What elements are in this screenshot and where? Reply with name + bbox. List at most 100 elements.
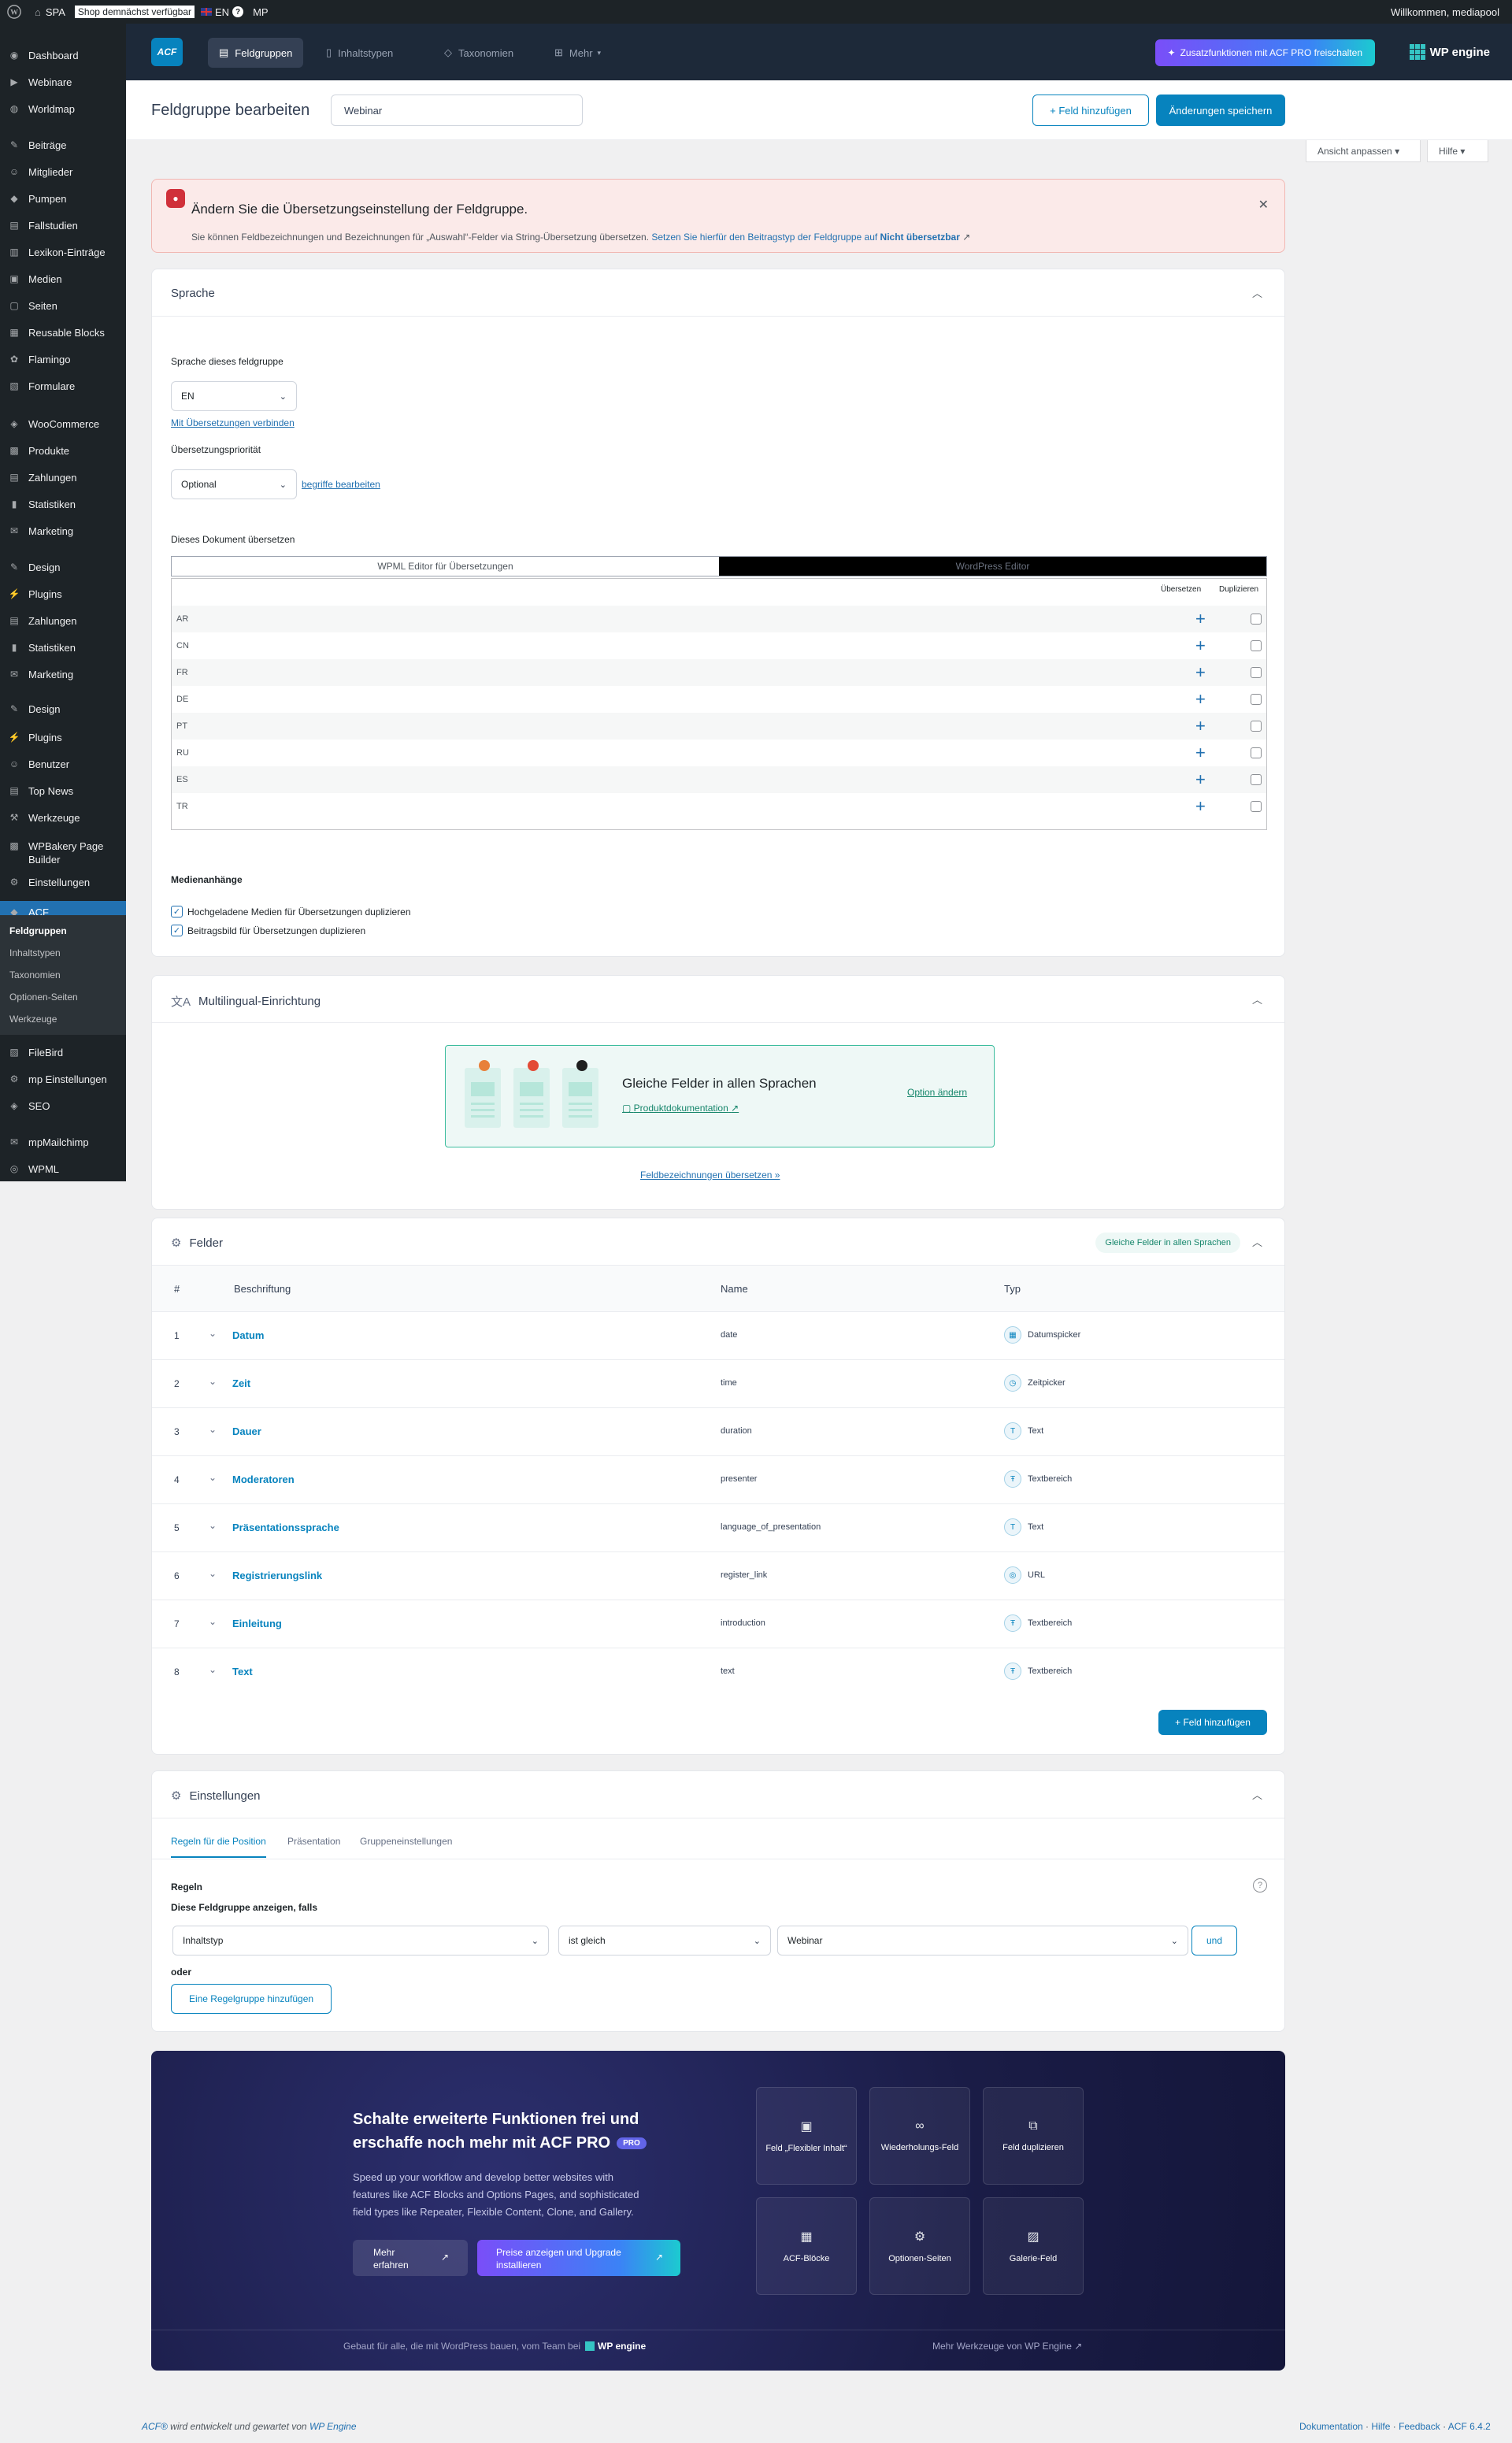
- sidebar-item[interactable]: ▢ Seiten: [0, 298, 126, 313]
- acf-pro-unlock-button[interactable]: ✦ Zusatzfunktionen mit ACF PRO freischalt…: [1154, 39, 1375, 66]
- duplicate-checkbox[interactable]: [1251, 614, 1262, 625]
- chevron-down-icon[interactable]: ⌄: [209, 1376, 217, 1387]
- rule-operator-select[interactable]: ist gleich ⌄: [558, 1926, 771, 1956]
- feature-card[interactable]: ▦ ACF-Blöcke: [756, 2197, 857, 2295]
- rule-value-select[interactable]: Webinar ⌄: [777, 1926, 1188, 1956]
- view-pricing-button[interactable]: Preise anzeigen und Upgrade installieren ↗: [477, 2240, 680, 2276]
- change-option-link[interactable]: Option ändern: [907, 1087, 967, 1098]
- duplicate-checkbox[interactable]: [1251, 640, 1262, 651]
- my-account-link[interactable]: Willkommen, mediapool: [1384, 0, 1512, 24]
- coming-soon-badge[interactable]: Shop demnächst verfügbar: [72, 0, 198, 24]
- sidebar-item[interactable]: ⚡ Plugins: [0, 586, 126, 602]
- field-label-link[interactable]: Einleitung: [232, 1618, 282, 1629]
- duplicate-featured-option[interactable]: ✓ Beitragsbild für Übersetzungen duplizie…: [171, 925, 365, 936]
- acf-submenu-item[interactable]: Taxonomien: [0, 964, 126, 986]
- duplicate-checkbox[interactable]: [1251, 667, 1262, 678]
- field-label-link[interactable]: Registrierungslink: [232, 1570, 322, 1581]
- rule-param-select[interactable]: Inhaltstyp ⌄: [172, 1926, 549, 1956]
- edit-terms-link[interactable]: begriffe bearbeiten: [302, 479, 380, 490]
- field-label-link[interactable]: Text: [232, 1666, 253, 1677]
- sidebar-item[interactable]: ✎ Beiträge: [0, 137, 126, 153]
- tab-location-rules[interactable]: Regeln für die Position: [171, 1836, 266, 1858]
- chevron-down-icon[interactable]: ⌄: [209, 1472, 217, 1483]
- site-name-link[interactable]: ⌂ SPA: [28, 0, 72, 24]
- wordpress-logo-icon[interactable]: W: [0, 0, 28, 24]
- add-rule-group-button[interactable]: Eine Regelgruppe hinzufügen: [171, 1984, 332, 2014]
- duplicate-checkbox[interactable]: [1251, 694, 1262, 705]
- sidebar-item[interactable]: ⚙ Einstellungen: [0, 874, 126, 890]
- sidebar-item[interactable]: ▤ Zahlungen: [0, 613, 126, 628]
- sidebar-item[interactable]: ✉ Marketing: [0, 523, 126, 539]
- field-row[interactable]: 8 ⌄ Text text Ŧ Textbereich: [152, 1648, 1284, 1696]
- chevron-up-icon[interactable]: ︿: [1252, 992, 1262, 1006]
- learn-more-button[interactable]: Mehr erfahren ↗: [353, 2240, 468, 2276]
- sidebar-item[interactable]: ✉ mpMailchimp: [0, 1134, 126, 1150]
- documentation-link[interactable]: Dokumentation: [1299, 2421, 1363, 2432]
- help-button[interactable]: Hilfe ▾: [1427, 140, 1488, 162]
- translate-field-labels-link[interactable]: Feldbezeichnungen übersetzen »: [640, 1170, 780, 1181]
- wpml-editor-tab[interactable]: WPML Editor für Übersetzungen: [172, 557, 719, 576]
- language-switcher[interactable]: EN?: [198, 0, 246, 24]
- sidebar-item[interactable]: ⚙ mp Einstellungen: [0, 1071, 126, 1087]
- tab-mehr[interactable]: ⊞ Mehr ▾: [543, 38, 612, 68]
- add-translation-icon[interactable]: +: [1195, 798, 1206, 815]
- chevron-up-icon[interactable]: ︿: [1252, 1787, 1262, 1802]
- field-label-link[interactable]: Moderatoren: [232, 1474, 295, 1485]
- field-row[interactable]: 3 ⌄ Dauer duration T Text: [152, 1407, 1284, 1455]
- sidebar-item[interactable]: ▶ Webinare: [0, 74, 126, 90]
- sidebar-item[interactable]: ▦ Reusable Blocks: [0, 324, 126, 340]
- sidebar-item[interactable]: ◆ Pumpen: [0, 191, 126, 206]
- sidebar-item[interactable]: ☺ Mitglieder: [0, 164, 126, 180]
- field-label-link[interactable]: Präsentationssprache: [232, 1522, 339, 1533]
- acf-submenu-item[interactable]: Feldgruppen: [0, 920, 126, 942]
- add-translation-icon[interactable]: +: [1195, 637, 1206, 654]
- duplicate-checkbox[interactable]: [1251, 774, 1262, 785]
- user-initials-link[interactable]: MP: [246, 0, 275, 24]
- metabox-header[interactable]: ⚙ Einstellungen ︿: [152, 1771, 1284, 1818]
- acf-submenu-item[interactable]: Optionen-Seiten: [0, 986, 126, 1008]
- feature-card[interactable]: ∞ Wiederholungs-Feld: [869, 2087, 970, 2185]
- metabox-header[interactable]: ⚙ Felder Gleiche Felder in allen Sprachen…: [152, 1218, 1284, 1266]
- tab-taxonomien[interactable]: ◇ Taxonomien: [433, 38, 524, 68]
- sidebar-item[interactable]: ▮ Statistiken: [0, 496, 126, 512]
- add-translation-icon[interactable]: +: [1195, 664, 1206, 681]
- sidebar-item[interactable]: ▮ Statistiken: [0, 639, 126, 655]
- sidebar-item[interactable]: ▤ Top News: [0, 783, 126, 799]
- sidebar-item[interactable]: ✎ Design: [0, 701, 126, 717]
- duplicate-checkbox[interactable]: [1251, 801, 1262, 812]
- field-row[interactable]: 1 ⌄ Datum date ▦ Datumspicker: [152, 1311, 1284, 1359]
- sidebar-item[interactable]: ◉ Dashboard: [0, 47, 126, 63]
- add-translation-icon[interactable]: +: [1195, 744, 1206, 762]
- help-link[interactable]: Hilfe: [1371, 2421, 1390, 2432]
- sidebar-item[interactable]: ▥ Lexikon-Einträge: [0, 244, 126, 260]
- checkbox-checked-icon[interactable]: ✓: [171, 906, 183, 918]
- duplicate-media-option[interactable]: ✓ Hochgeladene Medien für Übersetzungen d…: [171, 906, 411, 918]
- connect-translations-link[interactable]: Mit Übersetzungen verbinden: [171, 417, 295, 428]
- metabox-header[interactable]: 文A Multilingual-Einrichtung ︿: [152, 976, 1284, 1023]
- chevron-down-icon[interactable]: ⌄: [209, 1520, 217, 1531]
- sidebar-item[interactable]: ▩ WPBakery Page Builder: [0, 838, 126, 866]
- wpengine-logo[interactable]: WP engine: [1409, 44, 1490, 60]
- metabox-header[interactable]: Sprache ︿: [152, 269, 1284, 317]
- field-label-link[interactable]: Datum: [232, 1329, 264, 1341]
- checkbox-checked-icon[interactable]: ✓: [171, 925, 183, 936]
- and-rule-button[interactable]: und: [1191, 1926, 1237, 1956]
- field-row[interactable]: 6 ⌄ Registrierungslink register_link ◎ URL: [152, 1551, 1284, 1600]
- close-icon[interactable]: ✕: [1258, 197, 1269, 213]
- add-field-bottom-button[interactable]: + Feld hinzufügen: [1158, 1710, 1267, 1735]
- feature-card[interactable]: ▣ Feld „Flexibler Inhalt“: [756, 2087, 857, 2185]
- wpengine-logo-small[interactable]: WP engine: [585, 2341, 646, 2352]
- field-label-link[interactable]: Zeit: [232, 1377, 250, 1389]
- acf-logo[interactable]: ACF: [151, 38, 183, 66]
- field-row[interactable]: 7 ⌄ Einleitung introduction Ŧ Textbereich: [152, 1600, 1284, 1648]
- add-translation-icon[interactable]: +: [1195, 610, 1206, 628]
- sidebar-item[interactable]: ✎ Design: [0, 559, 126, 575]
- add-translation-icon[interactable]: +: [1195, 717, 1206, 735]
- screen-options-button[interactable]: Ansicht anpassen ▾: [1306, 140, 1421, 162]
- save-changes-button[interactable]: Änderungen speichern: [1156, 95, 1285, 126]
- sidebar-item[interactable]: ✿ Flamingo: [0, 351, 126, 367]
- field-group-title-input[interactable]: [331, 95, 583, 126]
- chevron-up-icon[interactable]: ︿: [1252, 285, 1262, 300]
- feature-card[interactable]: ▨ Galerie-Feld: [983, 2197, 1084, 2295]
- feedback-link[interactable]: Feedback: [1399, 2421, 1440, 2432]
